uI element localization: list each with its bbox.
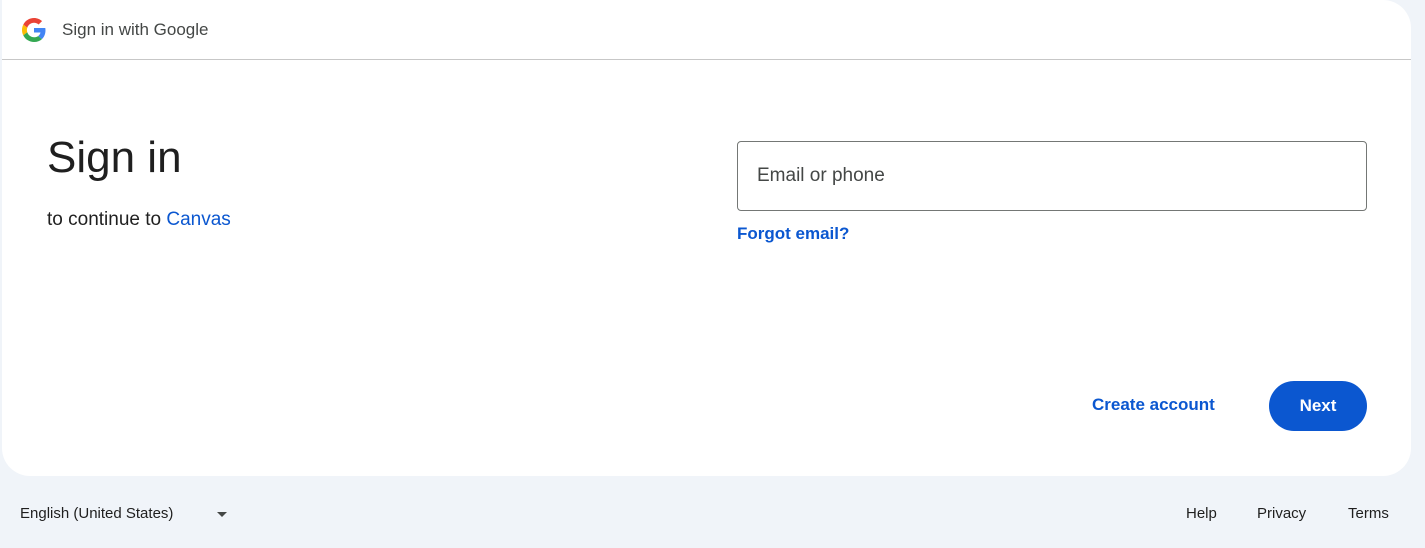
header-bar: Sign in with Google — [2, 0, 1411, 60]
email-field[interactable] — [738, 142, 1366, 210]
help-link[interactable]: Help — [1186, 504, 1217, 524]
caret-down-icon[interactable] — [217, 512, 227, 517]
google-g-icon — [22, 18, 46, 42]
create-account-button[interactable]: Create account — [1092, 393, 1215, 417]
app-name-link[interactable]: Canvas — [166, 209, 230, 230]
header-title: Sign in with Google — [62, 20, 209, 39]
privacy-link[interactable]: Privacy — [1257, 504, 1306, 524]
next-button[interactable]: Next — [1269, 381, 1367, 431]
scrollbar-track[interactable] — [1411, 0, 1425, 548]
language-selector[interactable]: English (United States) — [20, 504, 173, 524]
terms-link[interactable]: Terms — [1348, 504, 1389, 524]
page-title: Sign in — [47, 133, 182, 182]
email-field-container — [737, 141, 1367, 211]
subheading: to continue to Canvas — [47, 208, 231, 232]
signin-card: Sign in with Google Sign in to continue … — [2, 0, 1411, 476]
forgot-email-link[interactable]: Forgot email? — [737, 222, 849, 246]
footer: English (United States) Help Privacy Ter… — [0, 476, 1411, 548]
subheading-prefix: to continue to — [47, 209, 167, 230]
